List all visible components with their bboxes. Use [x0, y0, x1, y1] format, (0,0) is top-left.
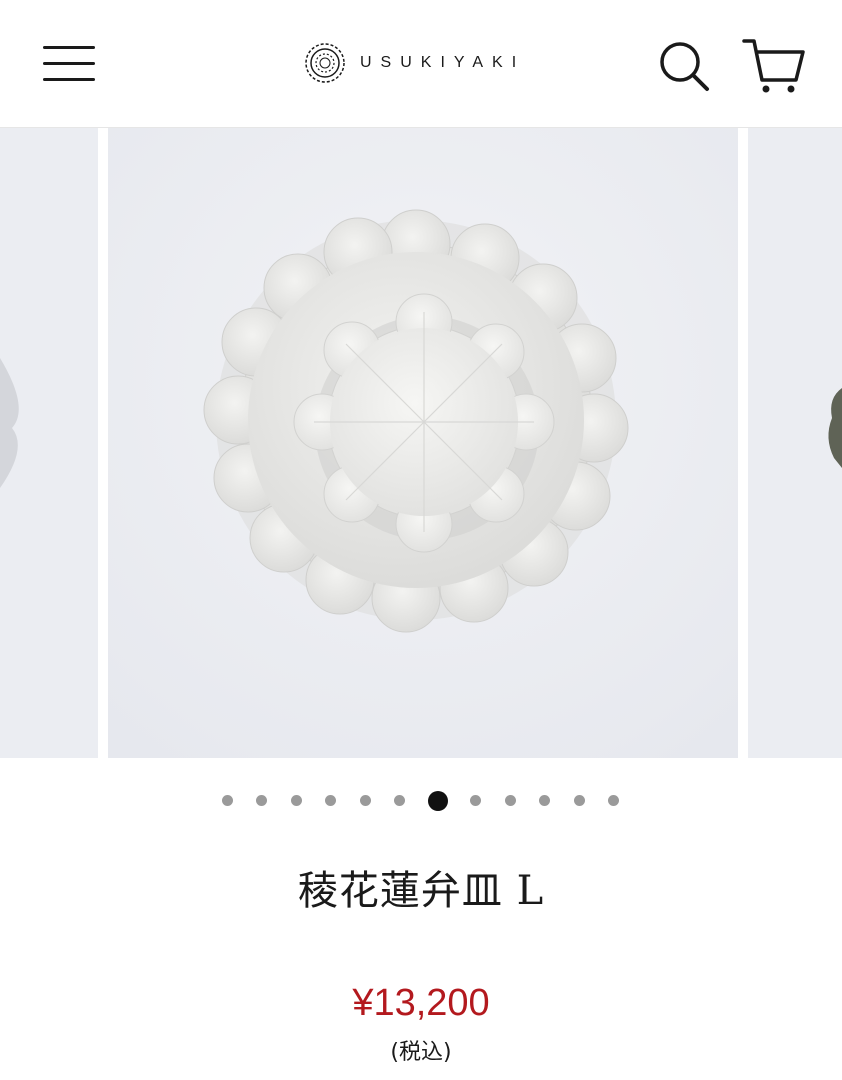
cart-icon: [742, 39, 805, 93]
search-icon: [660, 42, 709, 91]
tax-note: (税込): [390, 1040, 452, 1065]
carousel-dot[interactable]: [470, 795, 481, 806]
carousel-dot[interactable]: [505, 795, 516, 806]
product-title: 稜花蓮弁皿 L: [297, 868, 545, 914]
product-image-carousel[interactable]: [0, 128, 842, 760]
carousel-dot[interactable]: [574, 795, 585, 806]
carousel-dot[interactable]: [256, 795, 267, 806]
carousel-slide-current[interactable]: [108, 128, 738, 758]
carousel-dot[interactable]: [291, 795, 302, 806]
carousel-pagination: [0, 791, 842, 811]
menu-icon-bar: [43, 62, 95, 65]
carousel-dot[interactable]: [360, 795, 371, 806]
product-photo: [0, 128, 98, 758]
site-header: USUKIYAKI: [0, 0, 842, 128]
menu-button[interactable]: [40, 40, 98, 88]
search-button[interactable]: [656, 38, 712, 94]
carousel-dot[interactable]: [539, 795, 550, 806]
carousel-dot[interactable]: [608, 795, 619, 806]
carousel-dot[interactable]: [222, 795, 233, 806]
menu-icon: [43, 46, 95, 49]
logo-mark-icon: [305, 43, 345, 83]
product-photo: [748, 128, 842, 758]
brand-name: USUKIYAKI: [360, 54, 526, 71]
product-photo: [108, 128, 738, 758]
carousel-dot[interactable]: [394, 795, 405, 806]
carousel-dot[interactable]: [325, 795, 336, 806]
carousel-slide-next[interactable]: [748, 128, 842, 758]
menu-icon-bar: [43, 78, 95, 81]
cart-button[interactable]: [740, 36, 806, 96]
brand-logo[interactable]: USUKIYAKI: [302, 38, 525, 88]
carousel-slide-previous[interactable]: [0, 128, 98, 758]
product-price: ¥13,200: [352, 982, 490, 1024]
carousel-dot-active[interactable]: [428, 791, 448, 811]
